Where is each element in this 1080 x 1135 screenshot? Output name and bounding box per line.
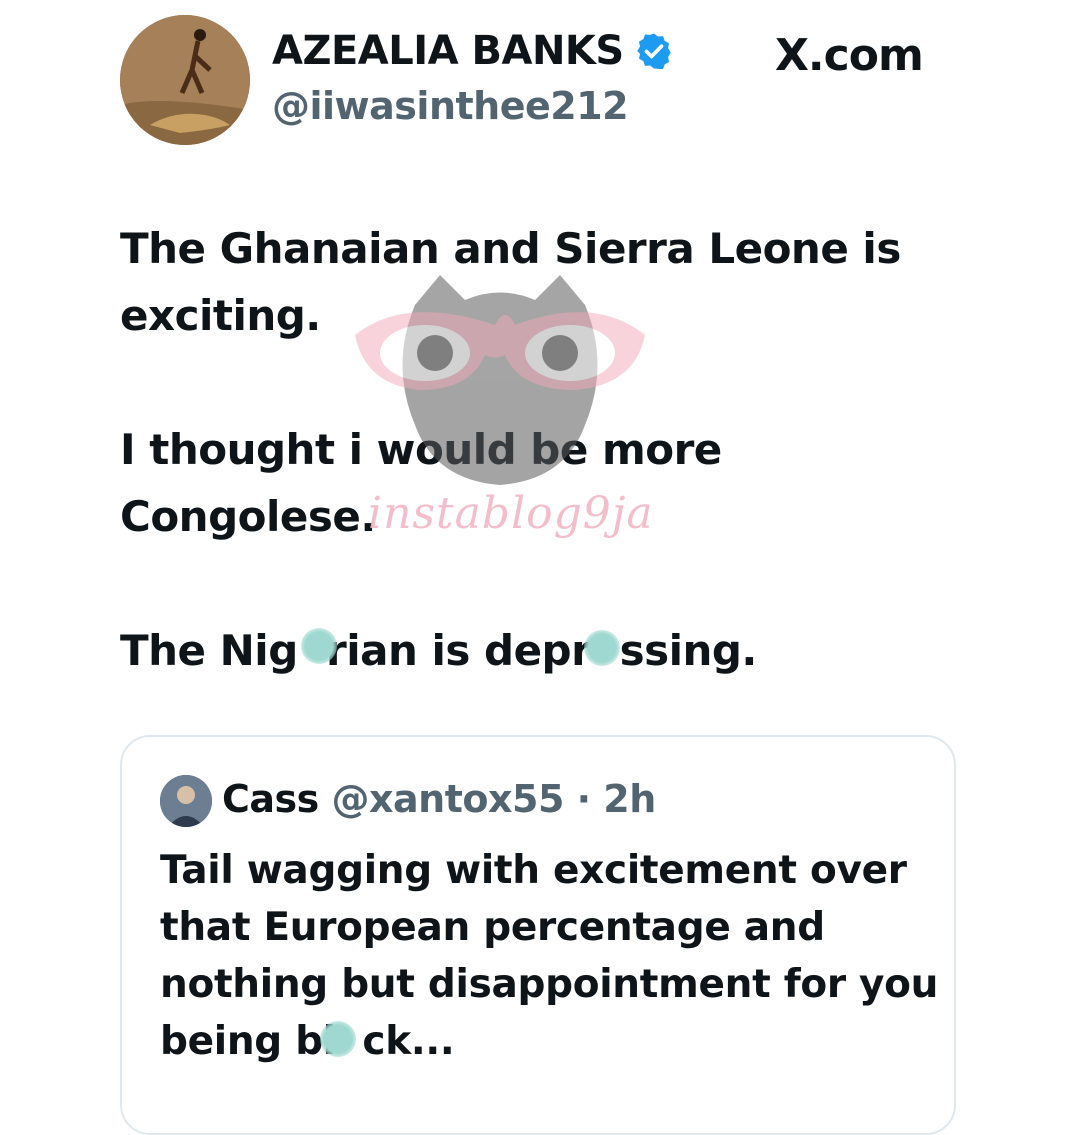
tweet-line: I thought i would be more: [120, 425, 722, 474]
author-handle[interactable]: @iiwasinthee212: [272, 84, 629, 128]
brand-logo: X.com: [775, 30, 924, 81]
quote-author-name[interactable]: Cass: [222, 777, 319, 821]
quote-line: being bl ck...: [160, 1019, 455, 1064]
quote-avatar[interactable]: [160, 775, 212, 827]
tweet-line: exciting.: [120, 291, 321, 340]
quote-line: nothing but disappointment for you: [160, 962, 939, 1007]
watermark-text: instablog9ja: [368, 488, 654, 539]
tweet-line: The Nig rian is depr ssing.: [120, 626, 757, 675]
quote-author-handle[interactable]: @xantox55: [332, 777, 565, 821]
quoted-tweet-card[interactable]: Cass @xantox55 · 2h Tail wagging with ex…: [120, 735, 956, 1135]
quote-line: that European percentage and: [160, 905, 825, 950]
censor-blob: [301, 628, 337, 664]
author-name[interactable]: AZEALIA BANKS: [272, 28, 624, 74]
censor-blob: [320, 1021, 356, 1057]
quote-header: Cass @xantox55 · 2h: [222, 777, 656, 821]
quote-timestamp[interactable]: · 2h: [577, 777, 657, 821]
censor-blob: [584, 630, 620, 666]
author-avatar[interactable]: [120, 15, 250, 145]
quote-line: Tail wagging with excitement over: [160, 848, 907, 893]
author-name-row: AZEALIA BANKS: [272, 28, 674, 74]
verified-badge-icon: [634, 31, 674, 71]
tweet-line: The Ghanaian and Sierra Leone is: [120, 224, 901, 273]
tweet-body: The Ghanaian and Sierra Leone is excitin…: [120, 215, 980, 684]
quote-body: Tail wagging with excitement over that E…: [160, 842, 940, 1070]
